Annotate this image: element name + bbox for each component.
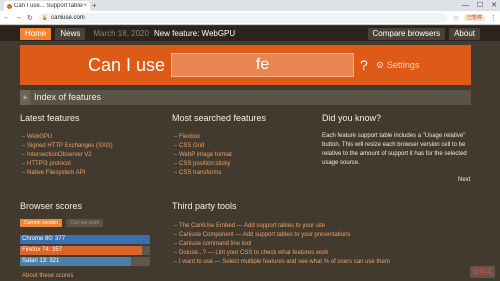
most-searched-list: Flexbox CSS Grid WebP image format CSS p… bbox=[174, 133, 232, 178]
minimize-button[interactable]: — bbox=[462, 0, 469, 11]
latest-features-title: Latest features bbox=[20, 113, 80, 123]
browser-scores-tabs: Current version Can we soon bbox=[20, 219, 104, 227]
most-searched-link[interactable]: WebP image format bbox=[174, 151, 232, 160]
address-bar[interactable]: 🔒 caniuse.com bbox=[37, 12, 448, 23]
browser-tab[interactable]: Can I use... Support tables fo × bbox=[4, 1, 90, 11]
nav-compare-browsers[interactable]: Compare browsers bbox=[367, 27, 446, 40]
browser-scores-title: Browser scores bbox=[20, 201, 83, 211]
watermark-logo: 值得买 bbox=[470, 266, 495, 278]
gear-icon: ⚙ bbox=[375, 59, 384, 70]
third-party-link[interactable]: Doiuse...? — Lint your CSS to check what… bbox=[174, 249, 390, 258]
most-searched-link[interactable]: CSS Grid bbox=[174, 142, 232, 151]
latest-features-list: WebGPU Signed HTTP Exchanges (SXG) Inter… bbox=[22, 133, 113, 178]
browser-score-bars: Chrome 80: 377 Firefox 74: 357 Safari 13… bbox=[20, 235, 150, 268]
paused-badge[interactable]: 已暂停 bbox=[463, 14, 485, 21]
score-label: Safari 13: 321 bbox=[22, 258, 60, 264]
score-bar-safari[interactable]: Safari 13: 321 bbox=[20, 257, 150, 266]
third-party-link[interactable]: Caniuse Component — Add support tables t… bbox=[174, 231, 390, 240]
index-label: Index of features bbox=[34, 92, 102, 102]
back-icon[interactable]: ← bbox=[3, 14, 10, 21]
reload-icon[interactable]: ↻ bbox=[27, 14, 33, 22]
search-band: Can I use fe ? ⚙ Settings bbox=[20, 45, 471, 85]
score-bar-firefox[interactable]: Firefox 74: 357 bbox=[20, 246, 150, 255]
third-party-title: Third party tools bbox=[172, 201, 237, 211]
search-prefix: Can I use bbox=[88, 54, 166, 75]
most-searched-link[interactable]: CSS transforms bbox=[174, 169, 232, 178]
star-icon[interactable]: ☆ bbox=[453, 14, 459, 22]
tab-title: Can I use... Support tables fo bbox=[14, 3, 84, 9]
tab-close-icon[interactable]: × bbox=[83, 3, 87, 9]
settings-button[interactable]: ⚙ Settings bbox=[376, 60, 420, 71]
window-controls: — ☐ ✕ bbox=[462, 0, 497, 11]
news-date: March 18, 2020 bbox=[93, 29, 149, 38]
tab-current-version[interactable]: Current version bbox=[20, 219, 63, 227]
nav-home[interactable]: Home bbox=[20, 27, 52, 40]
maximize-button[interactable]: ☐ bbox=[477, 0, 483, 11]
latest-feature-link[interactable]: IntersectionObserver V2 bbox=[22, 151, 113, 160]
expand-icon[interactable]: + bbox=[20, 90, 30, 105]
search-input[interactable]: fe bbox=[171, 53, 355, 77]
score-label: Firefox 74: 357 bbox=[22, 247, 63, 253]
did-you-know-next[interactable]: Next bbox=[458, 177, 470, 183]
menu-icon[interactable]: ⋮ bbox=[490, 14, 497, 22]
did-you-know-title: Did you know? bbox=[322, 113, 382, 123]
tab-can-we-soon[interactable]: Can we soon bbox=[66, 219, 104, 227]
most-searched-title: Most searched features bbox=[172, 113, 267, 123]
close-window-button[interactable]: ✕ bbox=[491, 0, 497, 11]
third-party-link[interactable]: I want to use — Select multiple features… bbox=[174, 258, 390, 267]
latest-feature-link[interactable]: HTTP/3 protocol bbox=[22, 160, 113, 169]
news-headline[interactable]: New feature: WebGPU bbox=[154, 29, 235, 38]
forward-icon[interactable]: → bbox=[15, 14, 22, 21]
latest-feature-link[interactable]: Signed HTTP Exchanges (SXG) bbox=[22, 142, 113, 151]
score-label: Chrome 80: 377 bbox=[22, 236, 66, 242]
third-party-list: The CanIUse Embed — Add support tables t… bbox=[174, 222, 390, 267]
url-text: caniuse.com bbox=[51, 14, 85, 21]
caniuse-favicon-icon bbox=[7, 3, 12, 9]
nav-news[interactable]: News bbox=[55, 27, 86, 40]
browser-toolbar: ← → ↻ 🔒 caniuse.com ☆ 已暂停 ⋮ bbox=[0, 11, 500, 25]
nav-about[interactable]: About bbox=[449, 27, 480, 40]
third-party-link[interactable]: The CanIUse Embed — Add support tables t… bbox=[174, 222, 390, 231]
lock-icon: 🔒 bbox=[41, 14, 49, 21]
most-searched-link[interactable]: CSS position:sticky bbox=[174, 160, 232, 169]
index-of-features-bar[interactable]: + Index of features bbox=[20, 90, 471, 105]
latest-feature-link[interactable]: WebGPU bbox=[22, 133, 113, 142]
search-suffix: ? bbox=[360, 57, 368, 73]
third-party-link[interactable]: Caniuse command line tool bbox=[174, 240, 390, 249]
settings-label: Settings bbox=[386, 60, 420, 70]
new-tab-button[interactable]: + bbox=[92, 1, 97, 10]
latest-feature-link[interactable]: Native Filesystem API bbox=[22, 169, 113, 178]
most-searched-link[interactable]: Flexbox bbox=[174, 133, 232, 142]
browser-tab-bar: Can I use... Support tables fo × + — ☐ ✕ bbox=[0, 0, 500, 11]
did-you-know-text: Each feature support table includes a "U… bbox=[322, 133, 467, 166]
about-scores-link[interactable]: About these scores bbox=[22, 273, 73, 279]
site-nav: Home News March 18, 2020 New feature: We… bbox=[0, 26, 500, 41]
score-bar-chrome[interactable]: Chrome 80: 377 bbox=[20, 235, 150, 244]
